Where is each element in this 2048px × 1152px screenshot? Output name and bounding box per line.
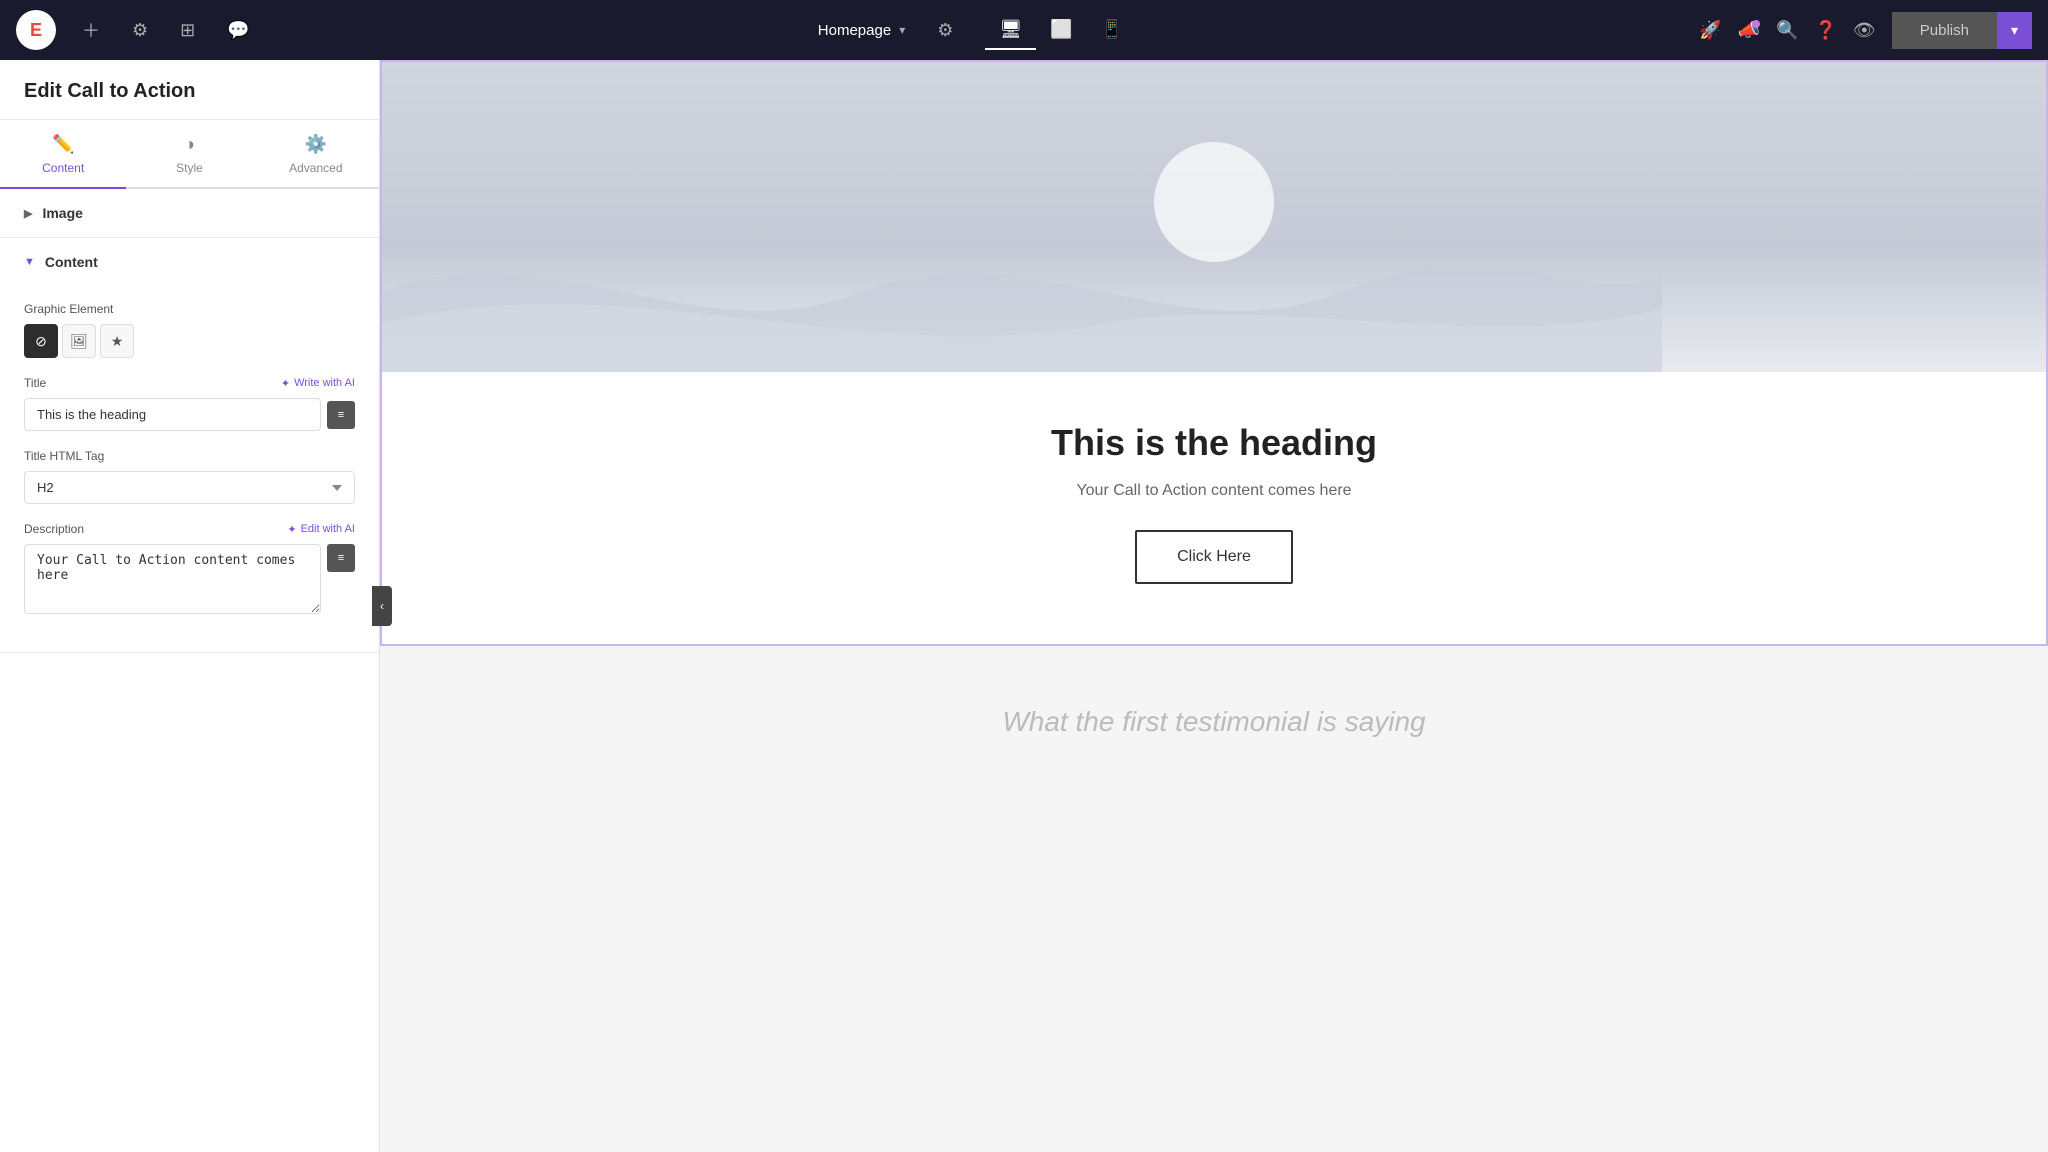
- content-accordion-label: Content: [45, 254, 98, 270]
- description-field: Description ✦ Edit with AI Your Call to …: [24, 522, 355, 614]
- content-accordion-arrow: ▼: [24, 256, 35, 268]
- write-with-ai-link[interactable]: ✦ Write with AI: [281, 377, 355, 390]
- image-accordion-arrow: ▶: [24, 207, 32, 220]
- image-accordion: ▶ Image: [0, 189, 379, 238]
- image-accordion-header[interactable]: ▶ Image: [0, 189, 379, 237]
- title-label: Title: [24, 376, 46, 390]
- view-toggle-group: 🖥 ⬜ 📱: [985, 11, 1137, 50]
- help-icon[interactable]: ❓: [1814, 20, 1836, 41]
- title-field: Title ✦ Write with AI ≡: [24, 376, 355, 431]
- cta-description: Your Call to Action content comes here: [422, 482, 2006, 500]
- title-html-tag-select[interactable]: H1 H2 H3 H4 H5 H6: [24, 471, 355, 504]
- tab-style[interactable]: ◑ Style: [126, 120, 252, 189]
- top-bar-center: Homepage ▾ ⚙ 🖥 ⬜ 📱: [818, 11, 1137, 50]
- content-accordion: ▼ Content Graphic Element ⊘ 🖼 ★: [0, 238, 379, 653]
- title-html-tag-select-row: H1 H2 H3 H4 H5 H6: [24, 471, 355, 504]
- title-label-row: Title ✦ Write with AI: [24, 376, 355, 390]
- cta-heading: This is the heading: [422, 422, 2006, 464]
- cta-button[interactable]: Click Here: [1135, 530, 1293, 584]
- notification-icon[interactable]: 📣: [1738, 20, 1760, 41]
- graphic-element-controls: ⊘ 🖼 ★: [24, 324, 355, 358]
- title-html-tag-field: Title HTML Tag H1 H2 H3 H4 H5 H6: [24, 449, 355, 504]
- testimonial-section: What the first testimonial is saying: [380, 646, 2048, 798]
- elementor-logo[interactable]: E: [16, 10, 56, 50]
- mobile-view-button[interactable]: 📱: [1087, 11, 1137, 50]
- canvas-frame: This is the heading Your Call to Action …: [380, 60, 2048, 1152]
- title-html-tag-label: Title HTML Tag: [24, 449, 104, 463]
- desktop-view-button[interactable]: 🖥: [985, 11, 1036, 50]
- preview-icon[interactable]: 👁: [1853, 20, 1876, 41]
- tab-advanced[interactable]: ⚙️ Advanced: [253, 120, 379, 189]
- sidebar-collapse-handle[interactable]: ‹: [372, 586, 392, 626]
- sidebar: Edit Call to Action ✏️ Content ◑ Style ⚙…: [0, 60, 380, 1152]
- graphic-image-button[interactable]: 🖼: [62, 324, 96, 358]
- cta-content: This is the heading Your Call to Action …: [382, 372, 2046, 644]
- graphic-icon-button[interactable]: ★: [100, 324, 134, 358]
- top-navbar: E ＋ ⚙ ⊞ 💬 Homepage ▾ ⚙ 🖥 ⬜ 📱 🚀 📣 🔍 ❓ 👁 P…: [0, 0, 2048, 60]
- chevron-down-icon: ▾: [899, 23, 905, 37]
- settings-icon[interactable]: ⚙: [937, 20, 953, 41]
- style-tab-icon: ◑: [184, 134, 195, 155]
- layers-icon[interactable]: ⊞: [174, 14, 201, 47]
- tab-advanced-label: Advanced: [289, 161, 342, 175]
- rocket-icon[interactable]: 🚀: [1699, 20, 1721, 41]
- description-label-row: Description ✦ Edit with AI: [24, 522, 355, 536]
- testimonial-text: What the first testimonial is saying: [420, 706, 2008, 738]
- description-textarea-row: Your Call to Action content comes here ≡: [24, 544, 355, 614]
- edit-with-ai-link[interactable]: ✦ Edit with AI: [287, 523, 355, 536]
- content-accordion-header[interactable]: ▼ Content: [0, 238, 379, 286]
- title-input-row: ≡: [24, 398, 355, 431]
- search-icon[interactable]: 🔍: [1776, 20, 1798, 41]
- publish-dropdown-button[interactable]: ▾: [1997, 12, 2032, 49]
- comments-icon[interactable]: 💬: [221, 14, 255, 47]
- page-name: Homepage: [818, 22, 891, 39]
- tab-content[interactable]: ✏️ Content: [0, 120, 126, 189]
- image-accordion-label: Image: [42, 205, 82, 221]
- advanced-tab-icon: ⚙️: [305, 134, 327, 155]
- title-input[interactable]: [24, 398, 321, 431]
- tablet-view-button[interactable]: ⬜: [1036, 11, 1086, 50]
- page-selector[interactable]: Homepage ▾: [818, 22, 905, 39]
- title-stack-icon[interactable]: ≡: [327, 401, 355, 429]
- graphic-element-label: Graphic Element: [24, 302, 113, 316]
- publish-group: Publish ▾: [1892, 12, 2032, 49]
- graphic-element-label-row: Graphic Element: [24, 302, 355, 316]
- add-icon[interactable]: ＋: [76, 11, 106, 49]
- tabs: ✏️ Content ◑ Style ⚙️ Advanced: [0, 120, 379, 189]
- top-bar-left: E ＋ ⚙ ⊞ 💬: [16, 10, 256, 50]
- publish-button[interactable]: Publish: [1892, 12, 1997, 49]
- tab-style-label: Style: [176, 161, 203, 175]
- description-stack-icon[interactable]: ≡: [327, 544, 355, 572]
- cta-image-placeholder: [382, 62, 2046, 372]
- sidebar-title: Edit Call to Action: [0, 60, 379, 120]
- cta-section: This is the heading Your Call to Action …: [380, 60, 2048, 646]
- filters-icon[interactable]: ⚙: [126, 14, 154, 47]
- graphic-element-field: Graphic Element ⊘ 🖼 ★: [24, 302, 355, 358]
- cta-wave-svg: [382, 212, 1662, 372]
- canvas-area: This is the heading Your Call to Action …: [380, 60, 2048, 1152]
- content-accordion-body: Graphic Element ⊘ 🖼 ★ Title ✦ Write with…: [0, 286, 379, 652]
- top-bar-right: 🚀 📣 🔍 ❓ 👁 Publish ▾: [1699, 12, 2032, 49]
- description-textarea[interactable]: Your Call to Action content comes here: [24, 544, 321, 614]
- tab-content-label: Content: [42, 161, 84, 175]
- graphic-none-button[interactable]: ⊘: [24, 324, 58, 358]
- title-html-tag-label-row: Title HTML Tag: [24, 449, 355, 463]
- content-tab-icon: ✏️: [52, 134, 74, 155]
- description-label: Description: [24, 522, 84, 536]
- main-layout: Edit Call to Action ✏️ Content ◑ Style ⚙…: [0, 60, 2048, 1152]
- notification-dot: [1752, 20, 1760, 28]
